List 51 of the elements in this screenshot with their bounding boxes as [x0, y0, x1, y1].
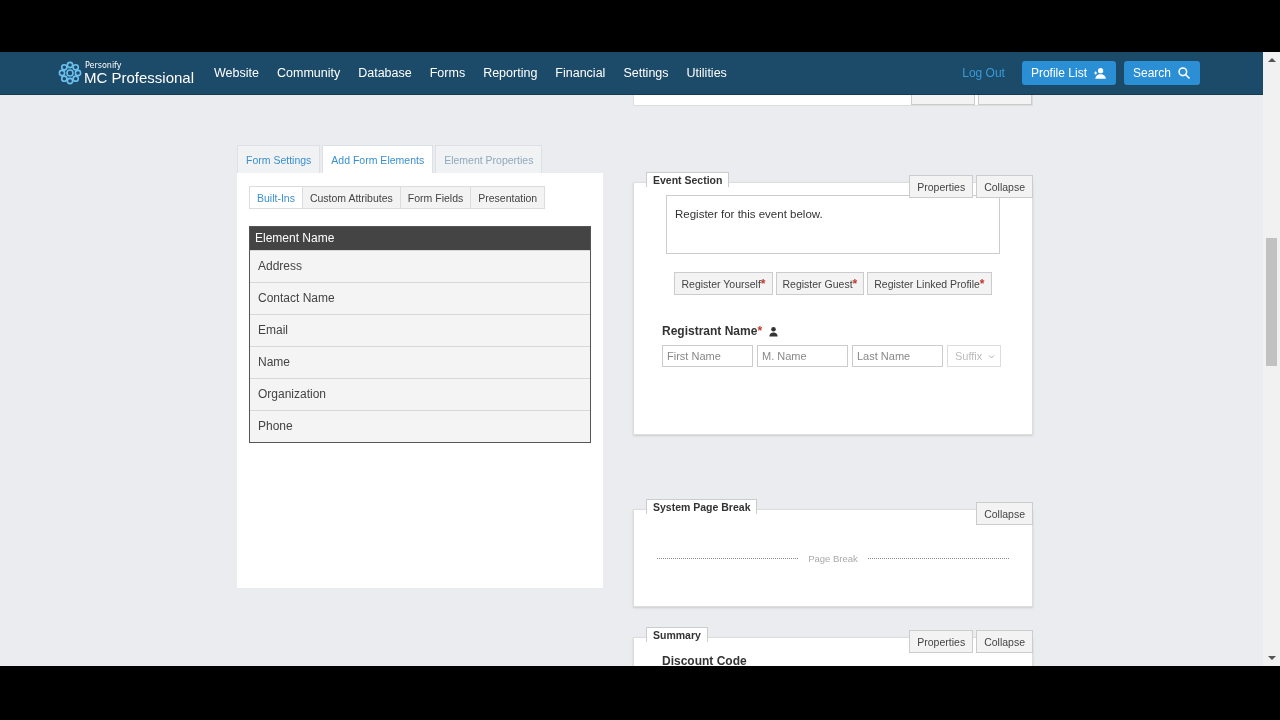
person-add-icon: [1092, 66, 1107, 80]
table-row[interactable]: Organization: [250, 378, 590, 410]
table-row[interactable]: Address: [250, 250, 590, 282]
nav-link[interactable]: Financial: [555, 66, 606, 80]
nav-link[interactable]: Settings: [623, 66, 669, 80]
nav-link[interactable]: Reporting: [483, 66, 538, 80]
register-button[interactable]: Register Guest*: [775, 272, 865, 295]
search-button[interactable]: Search: [1123, 61, 1200, 85]
input-field[interactable]: First Name: [662, 345, 753, 367]
field-label: Registrant Name: [662, 324, 758, 338]
nav-link[interactable]: Community: [277, 66, 341, 80]
register-button[interactable]: Register Yourself*: [674, 272, 773, 295]
column-header: Element Name: [250, 227, 590, 250]
collapse-button[interactable]: Collapse: [976, 630, 1033, 653]
logo-name: MC Professional: [84, 69, 195, 85]
scroll-up-icon[interactable]: [1267, 58, 1276, 62]
nav-link[interactable]: Utilities: [686, 66, 727, 80]
input-field[interactable]: M. Name: [757, 345, 848, 367]
page-break-label: Page Break: [808, 552, 858, 564]
properties-button[interactable]: Properties: [909, 175, 974, 198]
section-title: Summary: [646, 627, 708, 642]
scrollbar[interactable]: [1263, 52, 1280, 666]
section-title: Event Section: [646, 172, 730, 187]
table-row[interactable]: Email: [250, 314, 590, 346]
field-label: Discount Code: [662, 654, 748, 666]
table-row[interactable]: Phone: [250, 410, 590, 442]
tab[interactable]: Form Fields: [400, 187, 472, 208]
collapse-button[interactable]: Collapse: [976, 502, 1033, 525]
properties-button[interactable]: Properties: [909, 630, 974, 653]
section-title: System Page Break: [646, 499, 758, 514]
input-field[interactable]: Last Name: [852, 345, 943, 367]
text-area[interactable]: Register for this event below.: [666, 195, 1000, 254]
scroll-down-icon[interactable]: [1267, 656, 1276, 660]
logo-icon: [58, 61, 82, 85]
table-row[interactable]: Name: [250, 346, 590, 378]
tab[interactable]: Presentation: [471, 187, 545, 208]
tab[interactable]: Custom Attributes: [302, 187, 401, 208]
nav-link[interactable]: Database: [358, 66, 412, 80]
profile-list-button[interactable]: Profile List: [1021, 61, 1116, 85]
person-icon: [768, 325, 780, 337]
scroll-thumb[interactable]: [1266, 238, 1277, 366]
table-row[interactable]: Contact Name: [250, 282, 590, 314]
search-icon: [1177, 66, 1191, 80]
tab[interactable]: Add Form Elements: [322, 145, 434, 173]
logo-tagline: Personify: [85, 61, 123, 70]
tab: Element Properties: [435, 145, 543, 173]
required-asterisk: *: [757, 324, 763, 338]
collapse-button[interactable]: Collapse: [976, 175, 1033, 198]
nav-link[interactable]: Forms: [429, 66, 466, 80]
register-button[interactable]: Register Linked Profile*: [867, 272, 992, 295]
nav-link[interactable]: Website: [214, 66, 259, 80]
